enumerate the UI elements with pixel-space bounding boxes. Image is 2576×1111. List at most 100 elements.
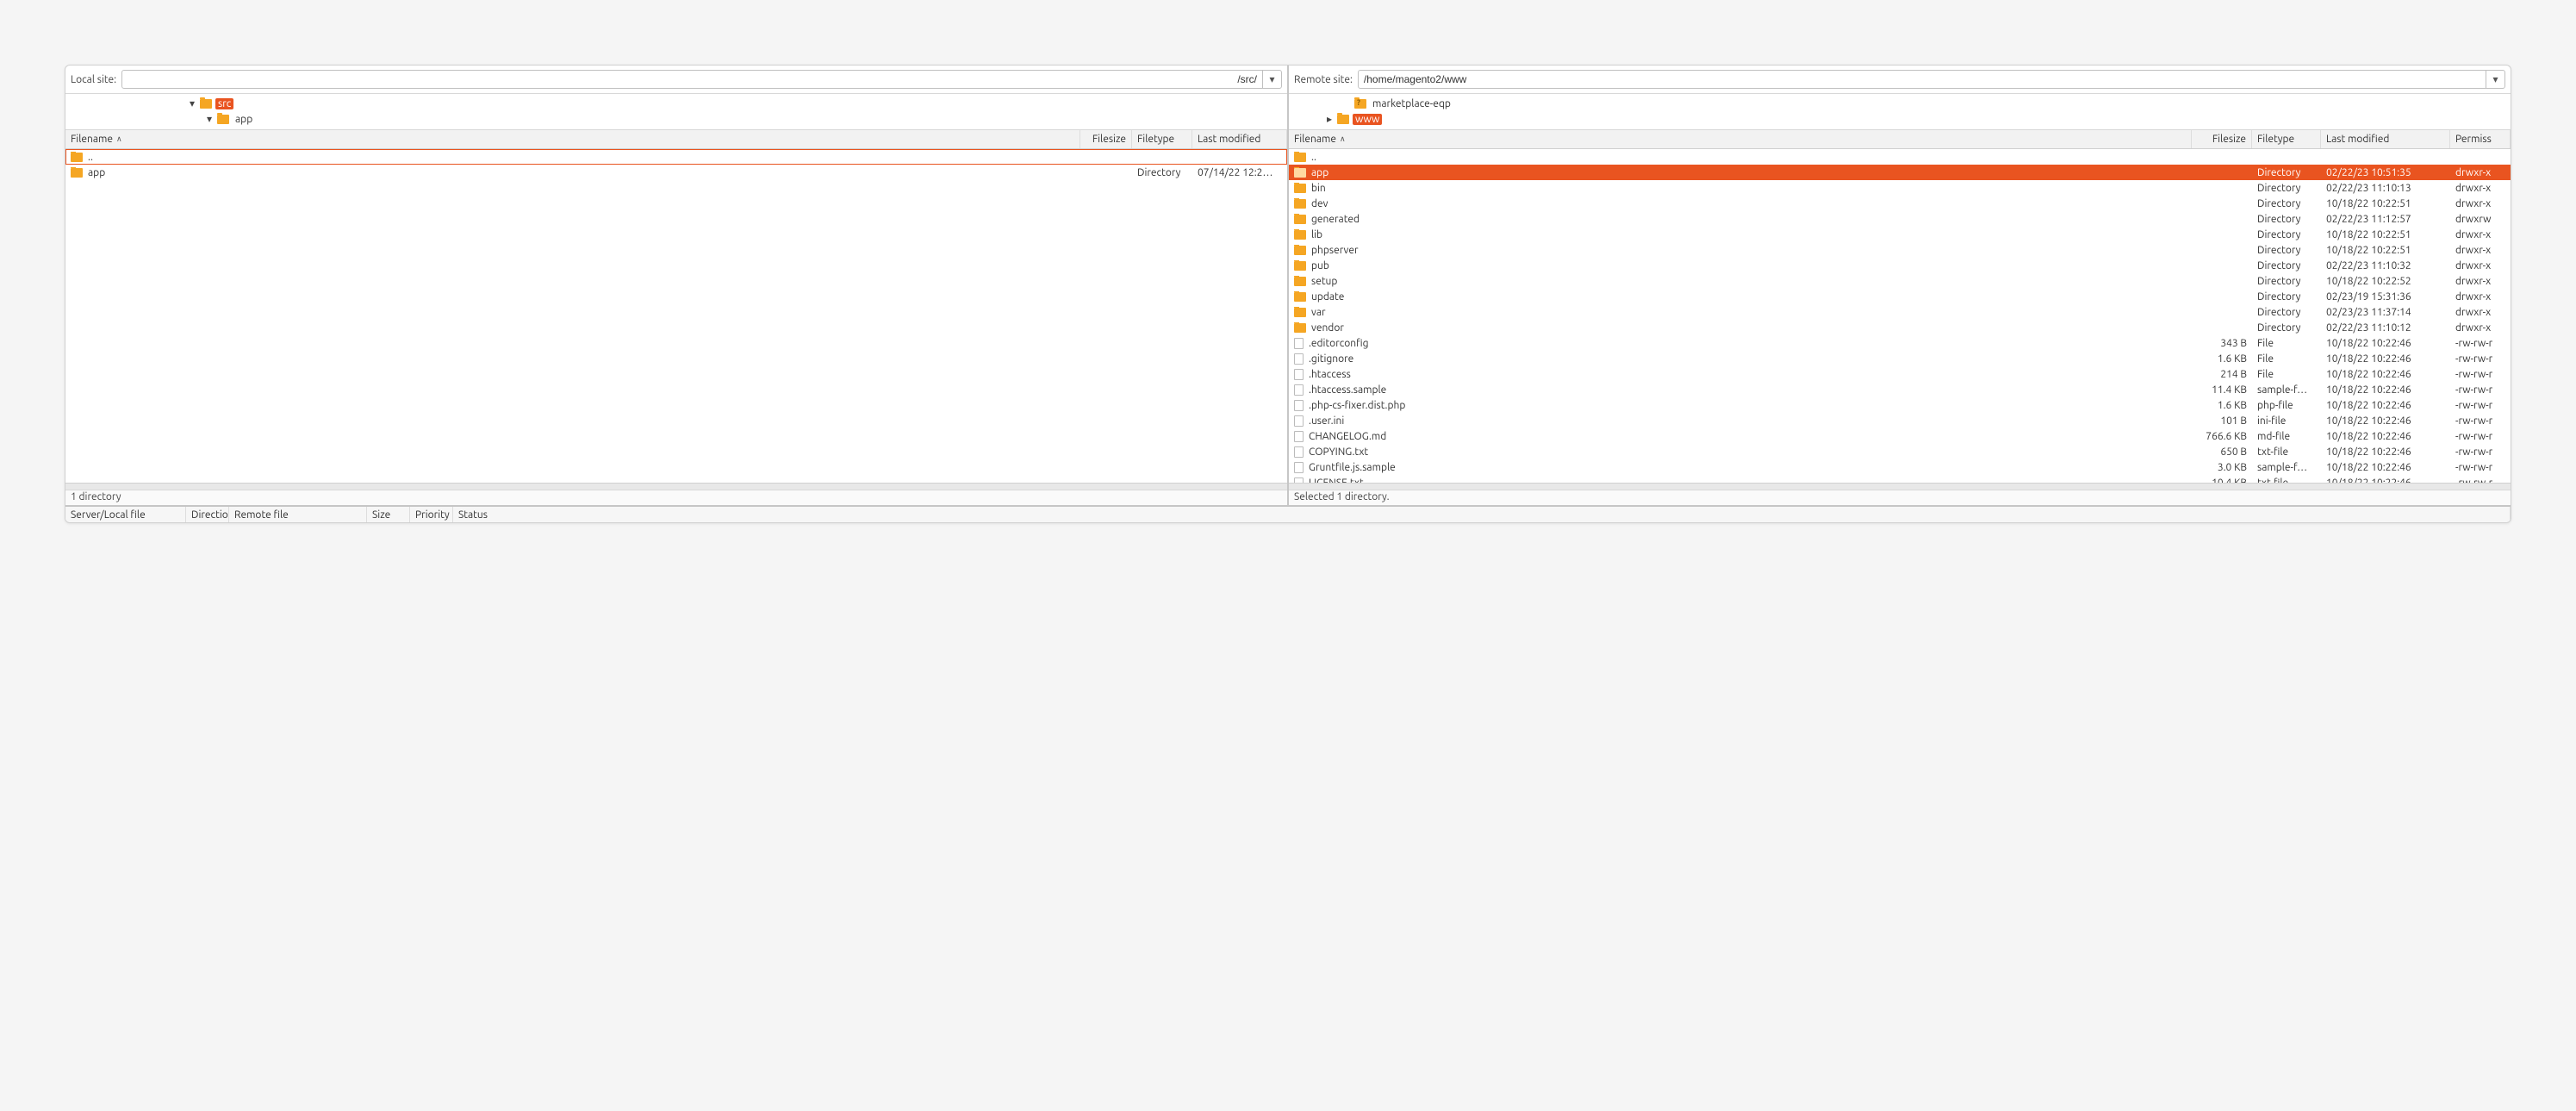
remote-col-perms[interactable]: Permiss [2450, 130, 2511, 148]
list-row[interactable]: .user.ini101 Bini-file10/18/22 10:22:46-… [1289, 413, 2511, 428]
cell-filetype: Directory [2252, 291, 2321, 303]
cell-filesize: 1.6 KB [2192, 353, 2252, 365]
cell-filetype: Directory [1132, 167, 1192, 178]
cell-filename: .user.ini [1289, 415, 2192, 427]
local-tree[interactable]: ▾src▾app [65, 94, 1287, 130]
remote-site-label: Remote site: [1294, 74, 1353, 85]
list-row[interactable]: binDirectory02/22/23 11:10:13drwxr-x [1289, 180, 2511, 196]
local-file-list[interactable]: .. appDirectory07/14/22 12:2… [65, 149, 1287, 483]
remote-col-filetype[interactable]: Filetype [2252, 130, 2321, 148]
cell-filesize: 650 B [2192, 446, 2252, 458]
cell-filename: .. [1289, 152, 2192, 163]
cell-filetype: Directory [2252, 183, 2321, 194]
cell-filesize: 11.4 KB [2192, 384, 2252, 396]
cell-filetype: Directory [2252, 214, 2321, 225]
cell-filename: pub [1289, 260, 2192, 272]
cell-permissions: drwxr-x [2450, 229, 2511, 240]
local-site-bar: Local site: ▾ [65, 66, 1287, 94]
transfer-queue-header[interactable]: Server/Local file Directio Remote file S… [65, 505, 2511, 522]
list-row[interactable]: pubDirectory02/22/23 11:10:32drwxr-x [1289, 258, 2511, 273]
queue-col-localfile[interactable]: Server/Local file [65, 507, 186, 522]
cell-permissions: -rw-rw-r [2450, 353, 2511, 365]
remote-file-list[interactable]: ..appDirectory02/22/23 10:51:35drwxr-xbi… [1289, 149, 2511, 483]
cell-filename: app [1289, 167, 2192, 178]
list-row[interactable]: varDirectory02/23/23 11:37:14drwxr-x [1289, 304, 2511, 320]
remote-path-dropdown-icon[interactable]: ▾ [2486, 71, 2504, 88]
list-row[interactable]: .php-cs-fixer.dist.php1.6 KBphp-file10/1… [1289, 397, 2511, 413]
list-row[interactable]: vendorDirectory02/22/23 11:10:12drwxr-x [1289, 320, 2511, 335]
expander-icon[interactable]: ▾ [188, 97, 196, 109]
cell-permissions: -rw-rw-r [2450, 431, 2511, 442]
cell-filesize: 343 B [2192, 338, 2252, 349]
local-col-lastmod[interactable]: Last modified [1192, 130, 1287, 148]
remote-h-scrollbar[interactable] [1289, 483, 2511, 490]
list-row[interactable]: devDirectory10/18/22 10:22:51drwxr-x [1289, 196, 2511, 211]
cell-lastmodified: 10/18/22 10:22:46 [2321, 338, 2450, 349]
remote-col-filesize[interactable]: Filesize [2192, 130, 2252, 148]
list-row[interactable]: .htaccess.sample11.4 KBsample-f…10/18/22… [1289, 382, 2511, 397]
file-icon [1294, 338, 1304, 349]
remote-tree[interactable]: marketplace-eqp▸www [1289, 94, 2511, 130]
cell-filesize: 766.6 KB [2192, 431, 2252, 442]
local-path-input[interactable] [122, 73, 1262, 85]
list-row[interactable]: appDirectory07/14/22 12:2… [65, 165, 1287, 180]
cell-filename: generated [1289, 214, 2192, 225]
tree-item[interactable]: ▸www [1289, 111, 2511, 127]
remote-col-filename[interactable]: Filename∧ [1289, 130, 2192, 148]
list-row[interactable]: .editorconfig343 BFile10/18/22 10:22:46-… [1289, 335, 2511, 351]
local-col-filesize[interactable]: Filesize [1080, 130, 1132, 148]
cell-filename: dev [1289, 198, 2192, 209]
list-row[interactable]: Gruntfile.js.sample3.0 KBsample-f…10/18/… [1289, 459, 2511, 475]
cell-permissions: -rw-rw-r [2450, 384, 2511, 396]
cell-filesize: 10.4 KB [2192, 477, 2252, 484]
cell-lastmodified: 10/18/22 10:22:51 [2321, 229, 2450, 240]
queue-col-remotefile[interactable]: Remote file [229, 507, 367, 522]
local-list-header[interactable]: Filename∧ Filesize Filetype Last modifie… [65, 130, 1287, 149]
queue-col-size[interactable]: Size [367, 507, 410, 522]
expander-icon[interactable]: ▸ [1325, 113, 1334, 125]
tree-item[interactable]: ▾src [65, 96, 1287, 111]
list-row[interactable]: updateDirectory02/23/19 15:31:36drwxr-x [1289, 289, 2511, 304]
folder-icon [1294, 199, 1306, 209]
list-row[interactable]: CHANGELOG.md766.6 KBmd-file10/18/22 10:2… [1289, 428, 2511, 444]
remote-path-input[interactable] [1359, 73, 2486, 85]
expander-icon[interactable]: ▾ [205, 113, 214, 125]
tree-item[interactable]: ▾app [65, 111, 1287, 127]
remote-path-combo[interactable]: ▾ [1358, 70, 2505, 89]
folder-icon [1294, 246, 1306, 255]
local-col-filename[interactable]: Filename∧ [65, 130, 1080, 148]
cell-filetype: sample-f… [2252, 384, 2321, 396]
file-icon [1294, 446, 1304, 458]
cell-filename: COPYING.txt [1289, 446, 2192, 458]
list-row[interactable]: .. [65, 149, 1287, 165]
cell-lastmodified: 10/18/22 10:22:46 [2321, 462, 2450, 473]
cell-filename: .. [65, 152, 1080, 163]
local-path-combo[interactable]: ▾ [121, 70, 1282, 89]
list-row[interactable]: .gitignore1.6 KBFile10/18/22 10:22:46-rw… [1289, 351, 2511, 366]
queue-col-priority[interactable]: Priority [410, 507, 453, 522]
list-row[interactable]: LICENSE.txt10.4 KBtxt-file10/18/22 10:22… [1289, 475, 2511, 483]
list-row[interactable]: COPYING.txt650 Btxt-file10/18/22 10:22:4… [1289, 444, 2511, 459]
remote-list-header[interactable]: Filename∧ Filesize Filetype Last modifie… [1289, 130, 2511, 149]
cell-lastmodified: 10/18/22 10:22:46 [2321, 446, 2450, 458]
list-row[interactable]: appDirectory02/22/23 10:51:35drwxr-x [1289, 165, 2511, 180]
local-site-label: Local site: [71, 74, 116, 85]
local-h-scrollbar[interactable] [65, 483, 1287, 490]
local-col-filetype[interactable]: Filetype [1132, 130, 1192, 148]
cell-lastmodified: 02/22/23 11:10:12 [2321, 322, 2450, 334]
list-row[interactable]: libDirectory10/18/22 10:22:51drwxr-x [1289, 227, 2511, 242]
list-row[interactable]: .. [1289, 149, 2511, 165]
remote-col-lastmod[interactable]: Last modified [2321, 130, 2450, 148]
local-path-dropdown-icon[interactable]: ▾ [1262, 71, 1281, 88]
list-row[interactable]: setupDirectory10/18/22 10:22:52drwxr-x [1289, 273, 2511, 289]
tree-item[interactable]: marketplace-eqp [1289, 96, 2511, 111]
list-row[interactable]: generatedDirectory02/22/23 11:12:57drwxr… [1289, 211, 2511, 227]
queue-col-direction[interactable]: Directio [186, 507, 229, 522]
queue-col-status[interactable]: Status [453, 507, 2511, 522]
cell-lastmodified: 02/23/19 15:31:36 [2321, 291, 2450, 303]
list-row[interactable]: .htaccess214 BFile10/18/22 10:22:46-rw-r… [1289, 366, 2511, 382]
cell-lastmodified: 02/22/23 10:51:35 [2321, 167, 2450, 178]
cell-filename: vendor [1289, 322, 2192, 334]
cell-filetype: File [2252, 369, 2321, 380]
list-row[interactable]: phpserverDirectory10/18/22 10:22:51drwxr… [1289, 242, 2511, 258]
